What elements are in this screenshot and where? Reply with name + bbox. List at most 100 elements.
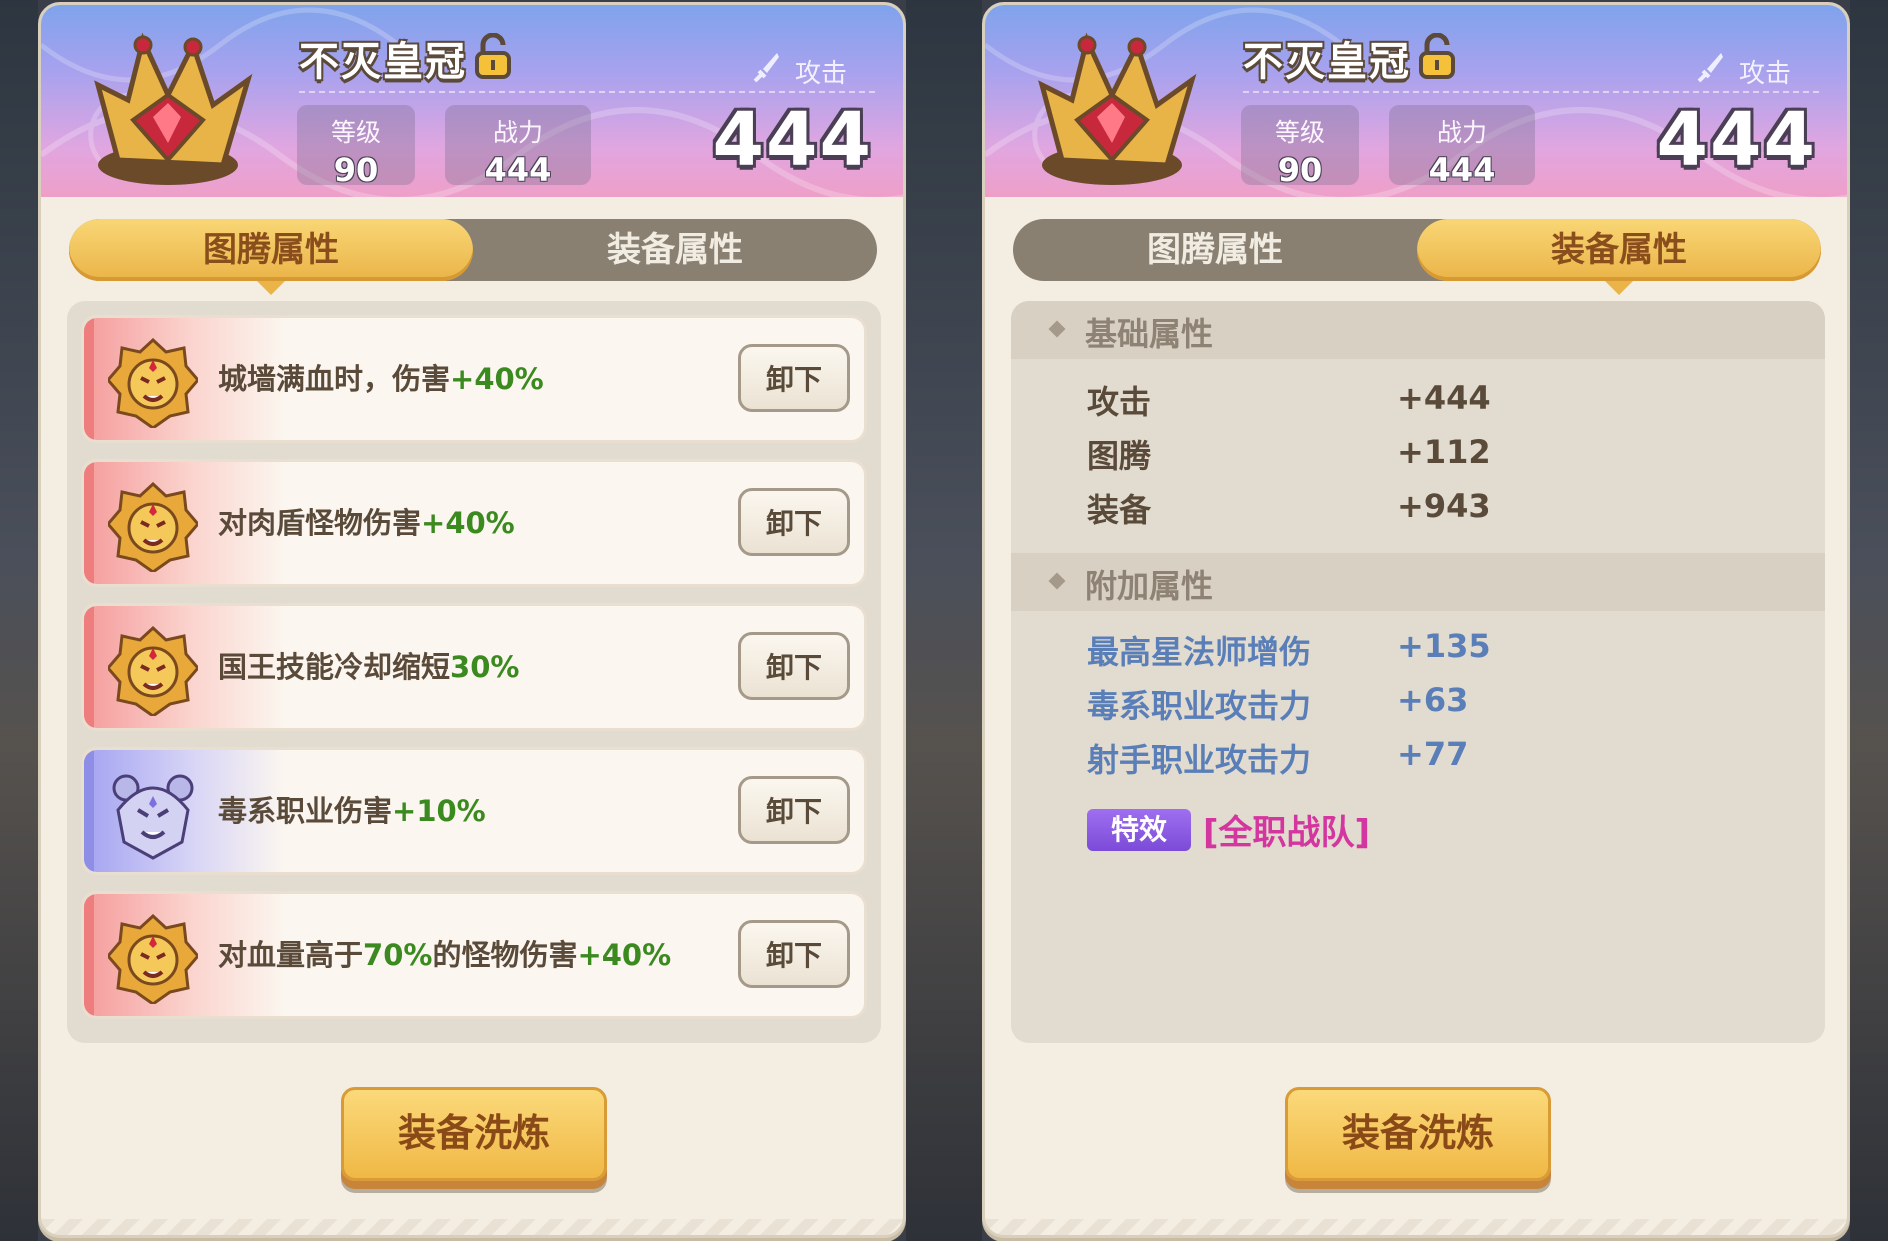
attack-label: 攻击 bbox=[1738, 59, 1791, 89]
power-value: 444 bbox=[484, 151, 552, 189]
item-name: 不灭皇冠 bbox=[299, 39, 467, 85]
golden-lion-totem-icon bbox=[108, 482, 198, 572]
attribute-tabs: 图腾属性 装备属性 bbox=[69, 219, 877, 295]
totem-row: 对血量高于70%的怪物伤害+40% 卸下 bbox=[81, 891, 867, 1019]
tab-equipment-attributes[interactable]: 装备属性 bbox=[473, 219, 877, 281]
totem-effect-text: 城墙满血时，伤害+40% bbox=[218, 318, 544, 440]
power-box: 战力 444 bbox=[445, 105, 591, 189]
golden-lion-totem-icon bbox=[108, 626, 198, 716]
power-label: 战力 bbox=[492, 118, 543, 147]
extra-attributes-header: 附加属性 bbox=[1011, 553, 1825, 611]
background-left bbox=[0, 0, 38, 1241]
totem-panel: 不灭皇冠 攻击 等级 90 战力 444 444 图腾属性 装备属性 城墙满血时… bbox=[38, 2, 906, 1238]
level-label: 等级 bbox=[1274, 118, 1325, 147]
attr-value: +444 bbox=[1397, 379, 1491, 417]
effect-value: 30% bbox=[450, 650, 520, 684]
panel-bottom-trim bbox=[41, 1219, 903, 1235]
level-value: 90 bbox=[333, 151, 379, 189]
attack-value: 444 bbox=[1656, 97, 1817, 183]
attr-name: 射手职业攻击力 bbox=[1087, 741, 1312, 779]
special-effect-name[interactable]: [全职战队] bbox=[1203, 805, 1370, 854]
crown-icon bbox=[1038, 32, 1197, 185]
effect-value: +40% bbox=[421, 506, 515, 540]
unlocked-lock-icon[interactable] bbox=[473, 33, 513, 79]
equipment-refine-button[interactable]: 装备洗炼 bbox=[341, 1087, 607, 1181]
unequip-button[interactable]: 卸下 bbox=[738, 632, 850, 700]
special-effect-badge: 特效 bbox=[1087, 809, 1191, 851]
unequip-button[interactable]: 卸下 bbox=[738, 488, 850, 556]
attr-name: 攻击 bbox=[1087, 383, 1152, 421]
item-header: 不灭皇冠 攻击 等级 90 战力 444 444 bbox=[41, 5, 903, 197]
totem-effect-text: 对肉盾怪物伤害+40% bbox=[218, 462, 515, 584]
attribute-tabs: 图腾属性 装备属性 bbox=[1013, 219, 1821, 295]
effect-desc: 对肉盾怪物伤害 bbox=[218, 506, 422, 540]
attr-name: 毒系职业攻击力 bbox=[1087, 687, 1312, 725]
unequip-button[interactable]: 卸下 bbox=[738, 776, 850, 844]
effect-value: +40% bbox=[577, 938, 672, 972]
attr-value: +943 bbox=[1397, 487, 1491, 525]
active-tab-pointer bbox=[1605, 281, 1633, 295]
level-box: 等级 90 bbox=[297, 105, 415, 189]
item-name: 不灭皇冠 bbox=[1243, 39, 1411, 85]
section-title: 附加属性 bbox=[1085, 567, 1214, 605]
equipment-attributes: 基础属性 攻击 +444 图腾 +112 装备 +943 附加属性 最高星法师增… bbox=[1011, 301, 1825, 1043]
sword-icon bbox=[753, 53, 779, 83]
effect-value: +10% bbox=[392, 794, 486, 828]
background-right bbox=[1850, 0, 1888, 1241]
totem-row: 城墙满血时，伤害+40% 卸下 bbox=[81, 315, 867, 443]
level-box: 等级 90 bbox=[1241, 105, 1359, 189]
totem-row: 国王技能冷却缩短30% 卸下 bbox=[81, 603, 867, 731]
totem-effect-text: 毒系职业伤害+10% bbox=[218, 750, 486, 872]
header-divider bbox=[299, 91, 875, 93]
equipment-refine-button[interactable]: 装备洗炼 bbox=[1285, 1087, 1551, 1181]
header-divider bbox=[1243, 91, 1819, 93]
section-title: 基础属性 bbox=[1085, 315, 1214, 353]
totem-row: 毒系职业伤害+10% 卸下 bbox=[81, 747, 867, 875]
effect-desc: 国王技能冷却缩短 bbox=[218, 650, 451, 684]
effect-desc: 的怪物伤害 bbox=[432, 938, 578, 972]
attack-label: 攻击 bbox=[794, 59, 847, 89]
sword-icon bbox=[1697, 53, 1723, 83]
basic-attributes-header: 基础属性 bbox=[1011, 301, 1825, 359]
attr-name: 装备 bbox=[1087, 491, 1152, 529]
row-tier-bar bbox=[84, 894, 94, 1016]
panel-bottom-trim bbox=[985, 1219, 1847, 1235]
effect-value: +40% bbox=[450, 362, 544, 396]
row-tier-bar bbox=[84, 462, 94, 584]
totem-effect-text: 对血量高于70%的怪物伤害+40% bbox=[218, 894, 671, 1016]
effect-desc: 对血量高于 bbox=[218, 938, 364, 972]
attr-name: 最高星法师增伤 bbox=[1087, 633, 1312, 671]
golden-lion-totem-icon bbox=[108, 914, 198, 1004]
diamond-bullet-icon bbox=[1048, 572, 1066, 590]
crown-icon bbox=[94, 32, 253, 185]
tab-totem-attributes[interactable]: 图腾属性 bbox=[1013, 219, 1417, 281]
equipment-panel: 不灭皇冠 攻击 等级 90 战力 444 444 图腾属性 装备属性 基础属性 bbox=[982, 2, 1850, 1238]
tab-equipment-attributes[interactable]: 装备属性 bbox=[1417, 219, 1821, 281]
diamond-bullet-icon bbox=[1048, 320, 1066, 338]
unlocked-lock-icon[interactable] bbox=[1417, 33, 1457, 79]
power-label: 战力 bbox=[1436, 118, 1487, 147]
totem-row: 对肉盾怪物伤害+40% 卸下 bbox=[81, 459, 867, 587]
power-box: 战力 444 bbox=[1389, 105, 1535, 189]
attr-value: +63 bbox=[1397, 681, 1469, 719]
tab-totem-attributes[interactable]: 图腾属性 bbox=[69, 219, 473, 281]
active-tab-pointer bbox=[257, 281, 285, 295]
row-tier-bar bbox=[84, 750, 94, 872]
power-value: 444 bbox=[1428, 151, 1496, 189]
unequip-button[interactable]: 卸下 bbox=[738, 920, 850, 988]
row-tier-bar bbox=[84, 318, 94, 440]
attr-value: +135 bbox=[1397, 627, 1491, 665]
level-label: 等级 bbox=[330, 118, 381, 147]
attr-value: +77 bbox=[1397, 735, 1469, 773]
totem-effect-text: 国王技能冷却缩短30% bbox=[218, 606, 519, 728]
effect-threshold: 70% bbox=[363, 938, 433, 972]
attr-value: +112 bbox=[1397, 433, 1491, 471]
attack-value: 444 bbox=[712, 97, 873, 183]
row-tier-bar bbox=[84, 606, 94, 728]
effect-desc: 毒系职业伤害 bbox=[218, 794, 393, 828]
unequip-button[interactable]: 卸下 bbox=[738, 344, 850, 412]
level-value: 90 bbox=[1277, 151, 1323, 189]
effect-desc: 城墙满血时，伤害 bbox=[218, 362, 451, 396]
silver-bear-totem-icon bbox=[112, 774, 194, 860]
background-gap bbox=[906, 0, 982, 1241]
